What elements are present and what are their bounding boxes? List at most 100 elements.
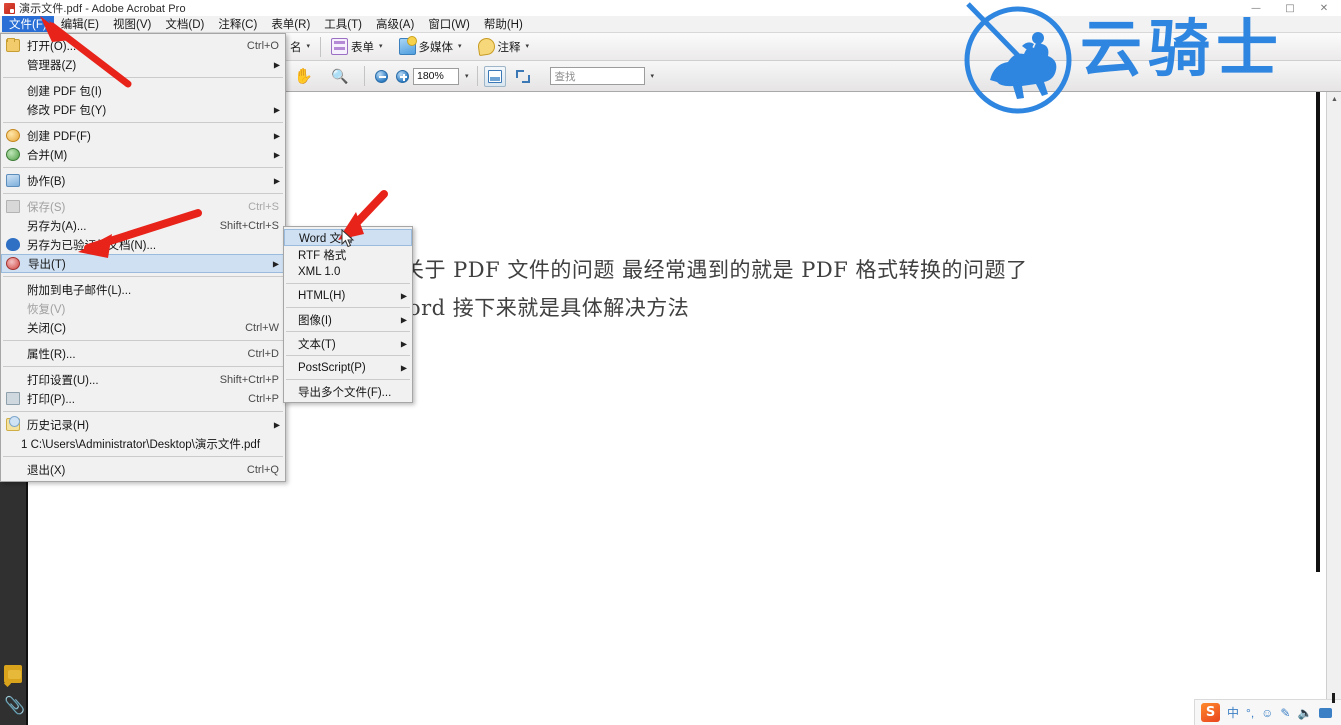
menu-item-shortcut: Ctrl+P	[248, 392, 279, 405]
window-title: 演示文件.pdf - Adobe Acrobat Pro	[19, 3, 186, 15]
menu-item-label: 附加到电子邮件(L)...	[27, 284, 132, 297]
zoom-out-button[interactable]	[371, 65, 392, 87]
submenu-item-postscript[interactable]: PostScript(P) ▶	[284, 359, 412, 376]
chevron-right-icon: ▶	[400, 315, 407, 324]
minimize-button[interactable]: —	[1239, 0, 1273, 16]
menu-item-label: 创建 PDF 包(I)	[27, 85, 102, 98]
menu-item-label: 打开(O)...	[27, 40, 77, 53]
export-icon	[6, 257, 20, 270]
menu-window[interactable]: 窗口(W)	[421, 16, 477, 32]
zoom-level-input[interactable]: 180%	[413, 67, 459, 85]
menu-item-open[interactable]: 打开(O)... Ctrl+O	[1, 36, 285, 55]
submenu-separator	[286, 331, 410, 332]
save-icon	[6, 200, 20, 213]
menu-item-properties[interactable]: 属性(R)... Ctrl+D	[1, 344, 285, 363]
menu-file[interactable]: 文件(F)	[2, 16, 54, 32]
menu-item-shortcut: Ctrl+O	[246, 39, 279, 52]
menu-item-label: 管理器(Z)	[27, 59, 77, 72]
menu-edit[interactable]: 编辑(E)	[54, 16, 106, 32]
sign-label: 名	[290, 41, 302, 54]
menu-item-history[interactable]: 历史记录(H) ▶	[1, 415, 285, 434]
ime-emoji-icon[interactable]: ☺	[1261, 707, 1273, 719]
menu-item-print[interactable]: 打印(P)... Ctrl+P	[1, 389, 285, 408]
menu-item-label: 协作(B)	[27, 175, 66, 188]
paperclip-icon[interactable]: 📎	[4, 697, 25, 715]
magnifier-icon: 🔍	[331, 67, 349, 84]
acrobat-window: 演示文件.pdf - Adobe Acrobat Pro — □ ✕ 文件(F)…	[0, 0, 1341, 725]
menu-item-label: 导出(T)	[28, 258, 66, 271]
fit-width-icon	[515, 69, 530, 83]
window-controls: — □ ✕	[1239, 0, 1341, 16]
chevron-right-icon: ▶	[272, 259, 279, 268]
toolbar-divider	[364, 66, 365, 86]
menu-document[interactable]: 文档(D)	[158, 16, 211, 32]
scroll-up-arrow[interactable]: ▲	[1327, 92, 1341, 107]
submenu-item-export-multiple[interactable]: 导出多个文件(F)...	[284, 383, 412, 400]
chevron-right-icon: ▶	[273, 131, 280, 140]
form-label: 表单	[351, 41, 375, 54]
sogou-logo-icon[interactable]: S	[1201, 703, 1220, 722]
restore-button[interactable]: □	[1273, 0, 1307, 16]
print-icon	[6, 392, 20, 405]
menu-item-create-pdf[interactable]: 创建 PDF(F) ▶	[1, 126, 285, 145]
menu-item-export[interactable]: 导出(T) ▶	[1, 254, 285, 273]
fit-width-button[interactable]	[512, 66, 534, 87]
form-button[interactable]: 表单 ▾	[327, 36, 387, 58]
fit-page-button[interactable]	[483, 65, 506, 87]
menu-item-close[interactable]: 关闭(C) Ctrl+W	[1, 318, 285, 337]
comment-button[interactable]: 注释 ▾	[474, 36, 534, 58]
submenu-item-html[interactable]: HTML(H) ▶	[284, 287, 412, 304]
menu-comment[interactable]: 注释(C)	[211, 16, 264, 32]
menu-item-save-as[interactable]: 另存为(A)... Shift+Ctrl+S	[1, 216, 285, 235]
menu-item-create-pdf-portfolio[interactable]: 创建 PDF 包(I)	[1, 81, 285, 100]
chevron-right-icon: ▶	[400, 291, 407, 300]
marquee-zoom-button[interactable]: 🔍	[327, 65, 352, 87]
hand-tool-button[interactable]: ✋	[290, 65, 315, 87]
sign-button[interactable]: 名 ▾	[286, 36, 314, 58]
menu-separator	[3, 276, 283, 277]
menu-item-recent-file-1[interactable]: 1 C:\Users\Administrator\Desktop\演示文件.pd…	[1, 434, 285, 453]
chevron-right-icon: ▶	[273, 105, 280, 114]
history-icon	[6, 416, 20, 431]
menu-item-print-setup[interactable]: 打印设置(U)... Shift+Ctrl+P	[1, 370, 285, 389]
find-input[interactable]: 查找	[549, 67, 645, 85]
toolbar-divider	[320, 36, 322, 57]
sticky-note-icon[interactable]	[4, 665, 22, 683]
menu-item-save: 保存(S) Ctrl+S	[1, 197, 285, 216]
zoom-dropdown-icon[interactable]: ▾	[465, 73, 469, 80]
find-dropdown-icon[interactable]: ▾	[651, 73, 655, 80]
close-button[interactable]: ✕	[1307, 0, 1341, 16]
menu-item-organizer[interactable]: 管理器(Z) ▶	[1, 55, 285, 74]
ime-punctuation-icon[interactable]: °,	[1246, 707, 1254, 719]
menu-help[interactable]: 帮助(H)	[477, 16, 530, 32]
menu-advanced[interactable]: 高级(A)	[369, 16, 421, 32]
taskbar-tick	[1332, 693, 1335, 703]
menu-item-collaborate[interactable]: 协作(B) ▶	[1, 171, 285, 190]
ime-language-mode[interactable]: 中	[1227, 707, 1239, 719]
file-menu-dropdown: 打开(O)... Ctrl+O 管理器(Z) ▶ 创建 PDF 包(I) 修改 …	[0, 33, 286, 482]
ime-keyboard-icon[interactable]	[1319, 707, 1333, 718]
menu-item-modify-pdf-portfolio[interactable]: 修改 PDF 包(Y) ▶	[1, 100, 285, 119]
chevron-down-icon: ▾	[379, 43, 383, 50]
menu-item-exit[interactable]: 退出(X) Ctrl+Q	[1, 460, 285, 479]
menu-item-merge[interactable]: 合并(M) ▶	[1, 145, 285, 164]
menu-tools[interactable]: 工具(T)	[317, 16, 369, 32]
ime-toolbar: S 中 °, ☺ ✎ 🔈	[1194, 693, 1341, 725]
multimedia-button[interactable]: 多媒体 ▾	[395, 36, 466, 58]
submenu-item-xml[interactable]: XML 1.0	[284, 263, 412, 280]
zoom-in-button[interactable]	[392, 65, 413, 87]
menu-separator	[3, 411, 283, 412]
submenu-item-text[interactable]: 文本(T) ▶	[284, 335, 412, 352]
export-submenu: Word 文档 RTF 格式 XML 1.0 HTML(H) ▶ 图像(I) ▶…	[283, 226, 413, 403]
comment-label: 注释	[497, 41, 521, 54]
ime-mic-icon[interactable]: 🔈	[1297, 707, 1312, 719]
menu-form[interactable]: 表单(R)	[264, 16, 317, 32]
submenu-item-image[interactable]: 图像(I) ▶	[284, 311, 412, 328]
menu-item-save-as-certified[interactable]: 另存为已验证的文档(N)...	[1, 235, 285, 254]
menu-item-label: 另存为(A)...	[27, 220, 87, 233]
menu-item-label: 修改 PDF 包(Y)	[27, 104, 107, 117]
menu-view[interactable]: 视图(V)	[106, 16, 158, 32]
vertical-scrollbar[interactable]: ▲	[1326, 92, 1341, 725]
menu-item-attach-to-email[interactable]: 附加到电子邮件(L)...	[1, 280, 285, 299]
ime-pen-icon[interactable]: ✎	[1280, 707, 1290, 719]
